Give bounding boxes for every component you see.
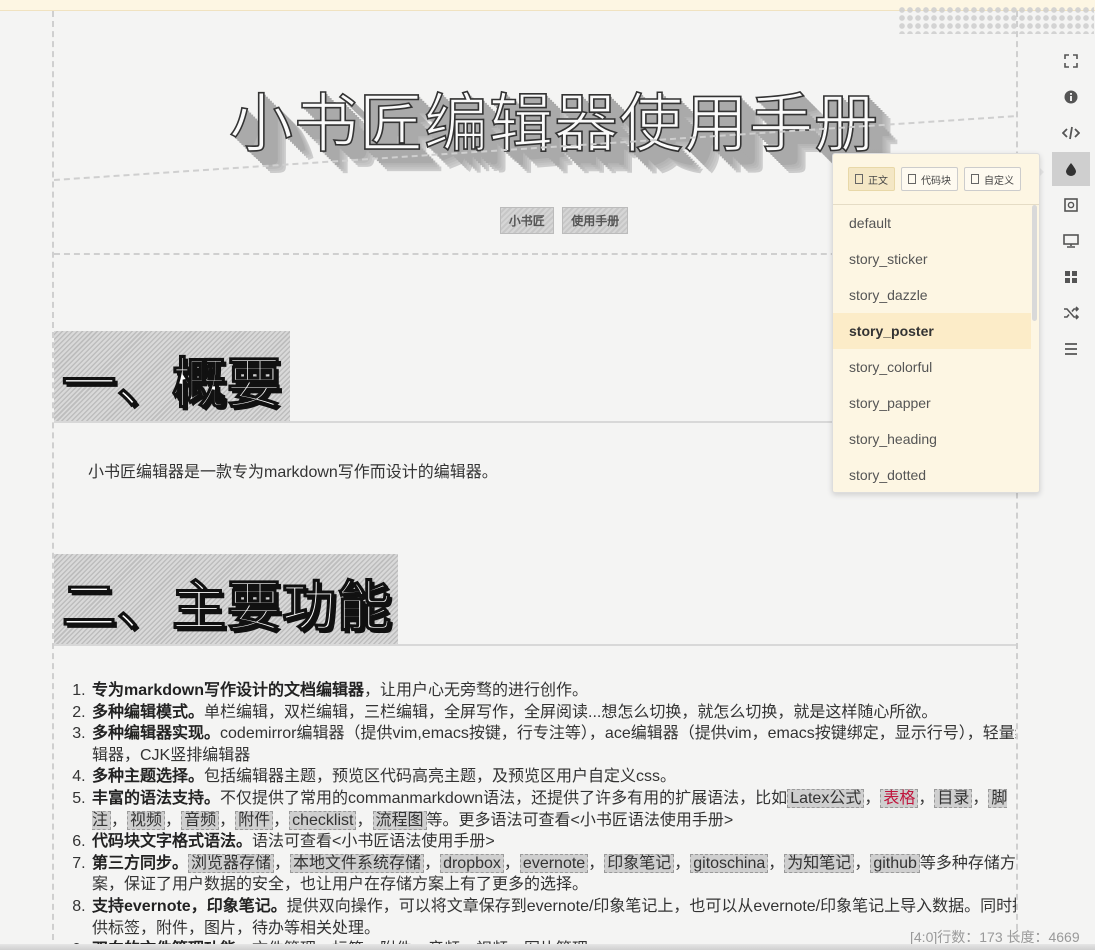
theme-tabs: 正文 代码块 自定义 [833,154,1039,205]
document-title: 小书匠编辑器使用手册 [228,87,879,163]
syntax-tag: checklist [289,810,357,830]
storage-tag: 印象笔记 [604,853,675,873]
syntax-tag: Latex公式 [787,788,865,808]
list-item: 支持evernote，印象笔记。提供双向操作，可以将文章保存到evernote/… [90,896,1016,939]
shield-icon [971,174,979,184]
storage-tag: 浏览器存储 [188,853,275,873]
bottom-edge [0,944,1095,950]
theme-item[interactable]: story_heading [833,421,1031,457]
document-icon [908,174,916,184]
grid-icon[interactable] [1052,260,1090,294]
heading-rule [54,644,1016,646]
list-item: 专为markdown写作设计的文档编辑器，让用户心无旁骛的进行创作。 [90,680,1016,702]
list-item: 多种编辑模式。单栏编辑，双栏编辑，三栏编辑，全屏写作，全屏阅读...想怎么切换，… [90,702,1016,724]
features-list: 专为markdown写作设计的文档编辑器，让用户心无旁骛的进行创作。 多种编辑模… [68,680,1016,950]
syntax-tag: 音频 [181,810,220,830]
syntax-tag: 视频 [127,810,166,830]
code-icon[interactable] [1052,116,1090,150]
menu-icon[interactable] [1052,332,1090,366]
monitor-icon[interactable] [1052,224,1090,258]
section-heading-features: 二、主要功能 [54,554,398,644]
storage-tag: dropbox [440,853,504,873]
info-icon[interactable] [1052,80,1090,114]
theme-item[interactable]: story_dazzle [833,277,1031,313]
overview-paragraph: 小书匠编辑器是一款专为markdown写作而设计的编辑器。 [88,464,498,481]
scrollbar-thumb[interactable] [1032,205,1037,321]
syntax-tag: 流程图 [372,810,427,830]
tab-custom[interactable]: 自定义 [964,167,1021,191]
tag[interactable]: 小书匠 [499,207,554,234]
preview-icon[interactable] [1052,188,1090,222]
theme-list: default story_sticker story_dazzle story… [833,205,1031,492]
storage-tag: gitoschina [690,853,769,873]
theme-popup: 正文 代码块 自定义 default story_sticker story_d… [832,153,1040,493]
storage-tag: github [870,853,920,873]
document-icon [855,174,863,184]
storage-tag: 为知笔记 [784,853,855,873]
list-item: 第三方同步。浏览器存储，本地文件系统存储，dropbox，evernote，印象… [90,853,1016,896]
list-item: 多种主题选择。包括编辑器主题，预览区代码高亮主题，及预览区用户自定义css。 [90,766,1016,788]
tab-code-block[interactable]: 代码块 [901,167,958,191]
syntax-tag: 目录 [934,788,973,808]
storage-tag: 本地文件系统存储 [290,853,425,873]
theme-list-scrollbar[interactable] [1031,205,1037,492]
list-item: 多种编辑器实现。codemirror编辑器（提供vim,emacs按键，行专注等… [90,723,1016,766]
fullscreen-icon[interactable] [1052,44,1090,78]
theme-item[interactable]: story_colorful [833,349,1031,385]
tab-body-text[interactable]: 正文 [848,167,895,191]
theme-item-selected[interactable]: story_poster [833,313,1031,349]
syntax-tag: 表格 [880,788,919,808]
syntax-tag: 附件 [235,810,274,830]
theme-item[interactable]: story_sticker [833,241,1031,277]
theme-drop-icon[interactable] [1052,152,1090,186]
section-heading-overview: 一、概要 [54,331,290,421]
shuffle-icon[interactable] [1052,296,1090,330]
list-item: 丰富的语法支持。不仅提供了常用的commanmarkdown语法，还提供了许多有… [90,788,1016,831]
list-item: 代码块文字格式语法。语法可查看<小书匠语法使用手册> [90,831,1016,853]
theme-item[interactable]: default [833,205,1031,241]
theme-item[interactable]: story_dotted [833,457,1031,492]
theme-item[interactable]: story_papper [833,385,1031,421]
tag[interactable]: 使用手册 [562,207,629,234]
storage-tag: evernote [519,853,589,873]
